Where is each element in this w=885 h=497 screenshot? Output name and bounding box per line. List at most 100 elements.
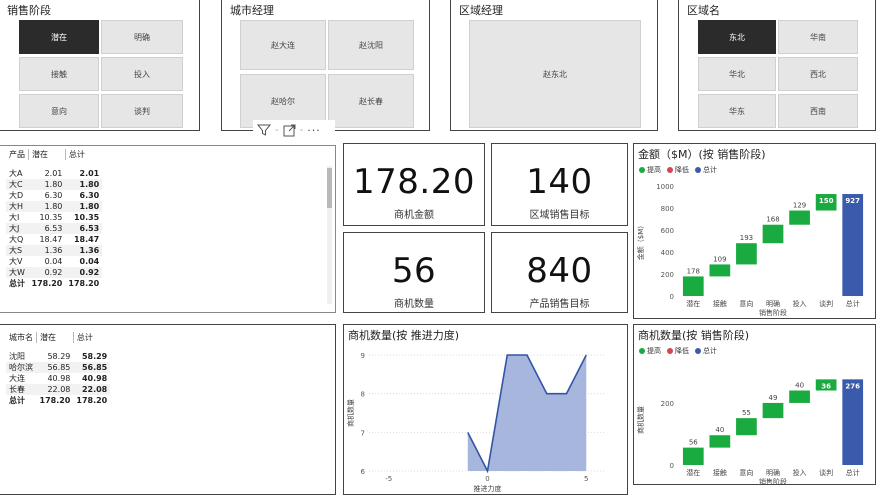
cell-total: 1.36 [65,245,103,256]
slicer-title: 区域经理 [459,4,503,17]
cell-value: 1.36 [28,245,66,256]
table-row: 大W 0.92 0.92 [6,267,103,278]
increase-bar[interactable] [736,418,757,436]
column-header[interactable]: 总计 [73,332,110,343]
column-header[interactable]: 产品 [6,149,29,160]
slicer-item-西北[interactable]: 西北 [778,57,858,91]
kpi-label: 商机数量 [394,299,434,310]
data-label: 276 [845,382,860,390]
y-tick-label: 6 [361,468,366,476]
kpi-card-opportunity-amount: 178.20 商机金额 [343,143,485,226]
data-label: 56 [689,439,698,447]
data-label: 178 [687,267,700,275]
cell-value: 1.80 [28,201,66,212]
increase-bar[interactable] [789,390,810,403]
column-header[interactable]: 潜在 [28,149,66,160]
slicer-region: 区域名 东北 华南 华北 西北 华东 西南 [678,0,876,131]
y-tick-label: 1000 [656,183,674,191]
table-row: 大I 10.35 10.35 [6,212,102,223]
data-label: 40 [795,382,804,390]
increase-bar[interactable] [682,276,704,296]
table-row: 大V 0.04 0.04 [6,256,102,267]
increase-bar[interactable] [762,224,784,244]
table-row: 大J 6.53 6.53 [6,223,103,234]
slicer-item-东北[interactable]: 东北 [698,20,776,54]
data-label: 927 [845,197,860,205]
cell-total: 178.20 [68,279,100,288]
total-bar[interactable] [842,194,864,296]
slicer-item-潜在[interactable]: 潜在 [19,20,99,54]
scrollbar-thumb[interactable] [327,168,332,208]
cell-value: 6.53 [28,223,66,234]
cell-value: 178.20 [39,396,71,405]
slicer-title: 城市经理 [230,4,274,17]
toolbar-separator: - [299,124,304,136]
slicer-item-赵东北[interactable]: 赵东北 [469,20,641,128]
column-header[interactable]: 潜在 [36,332,74,343]
slicer-item-接触[interactable]: 接触 [19,57,99,91]
x-tick-label: 潜在 [686,299,700,308]
slicer-item-投入[interactable]: 投入 [101,57,183,91]
cell-product: 大H [6,201,29,212]
increase-bar[interactable] [762,402,784,419]
toolbar-separator: - [275,124,279,136]
cell-product: 大V [9,257,23,266]
area-fill[interactable] [467,355,587,471]
x-axis-label: 销售阶段 [759,308,787,317]
slicer-title: 区域名 [687,4,720,17]
table-row: 大S 1.36 1.36 [6,245,103,256]
filter-icon[interactable] [257,123,271,137]
x-tick-label: 明确 [766,468,780,477]
x-tick-label: 总计 [846,468,860,477]
x-tick-label: -5 [385,475,392,483]
x-tick-label: 意向 [739,468,753,477]
increase-bar[interactable] [709,435,731,448]
cell-product: 大A [9,169,23,178]
table-row: 沈阳 58.29 58.29 [6,351,110,362]
slicer-item-华南[interactable]: 华南 [778,20,858,54]
slicer-item-明确[interactable]: 明确 [101,20,183,54]
increase-bar[interactable] [709,264,731,277]
increase-bar[interactable] [789,210,810,225]
legend-label: 提高 [647,166,661,174]
table-row: 大Q 18.47 18.47 [6,234,102,245]
slicer-item-西南[interactable]: 西南 [778,94,858,128]
legend-label: 降低 [675,166,689,174]
increase-bar[interactable] [682,447,704,465]
cell-total: 0.04 [79,257,100,266]
y-tick-label: 200 [661,271,674,279]
y-tick-label: 200 [661,400,674,408]
y-tick-label: 600 [661,227,674,235]
vertical-scrollbar[interactable] [327,166,332,304]
column-header[interactable]: 城市名 [6,332,37,343]
table-row: 大D 6.30 6.30 [6,190,102,201]
total-bar[interactable] [842,379,864,465]
cell-value: 6.30 [44,191,63,200]
slicer-item-华北[interactable]: 华北 [698,57,776,91]
legend-label: 提高 [647,347,661,355]
focus-mode-icon[interactable] [283,124,296,137]
slicer-item-赵大连[interactable]: 赵大连 [240,20,326,70]
slicer-title: 销售阶段 [7,4,51,17]
legend-label: 降低 [675,347,689,355]
slicer-item-谈判[interactable]: 谈判 [101,94,183,128]
increase-bar[interactable] [736,243,757,265]
cell-city: 沈阳 [9,352,25,361]
table-row: 大H 1.80 1.80 [6,201,103,212]
column-header[interactable]: 总计 [65,149,102,160]
x-tick-label: 潜在 [686,468,700,477]
cell-product: 大S [6,245,29,256]
slicer-item-赵沈阳[interactable]: 赵沈阳 [328,20,414,70]
table-total-row: 总计 178.20 178.20 [6,278,102,289]
y-axis-label: 商机数量 [346,399,355,427]
slicer-city-manager: 城市经理 赵大连 赵沈阳 赵哈尔 赵长春 [221,0,430,131]
cell-city: 大连 [9,374,25,383]
slicer-item-华东[interactable]: 华东 [698,94,776,128]
slicer-item-赵长春[interactable]: 赵长春 [328,74,414,128]
cell-product: 大C [6,179,29,190]
more-options-icon[interactable]: ··· [307,124,321,137]
slicer-item-意向[interactable]: 意向 [19,94,99,128]
cell-total-label: 总计 [9,279,25,288]
x-axis-label: 推进力度 [474,484,502,493]
legend-label: 总计 [703,166,717,174]
